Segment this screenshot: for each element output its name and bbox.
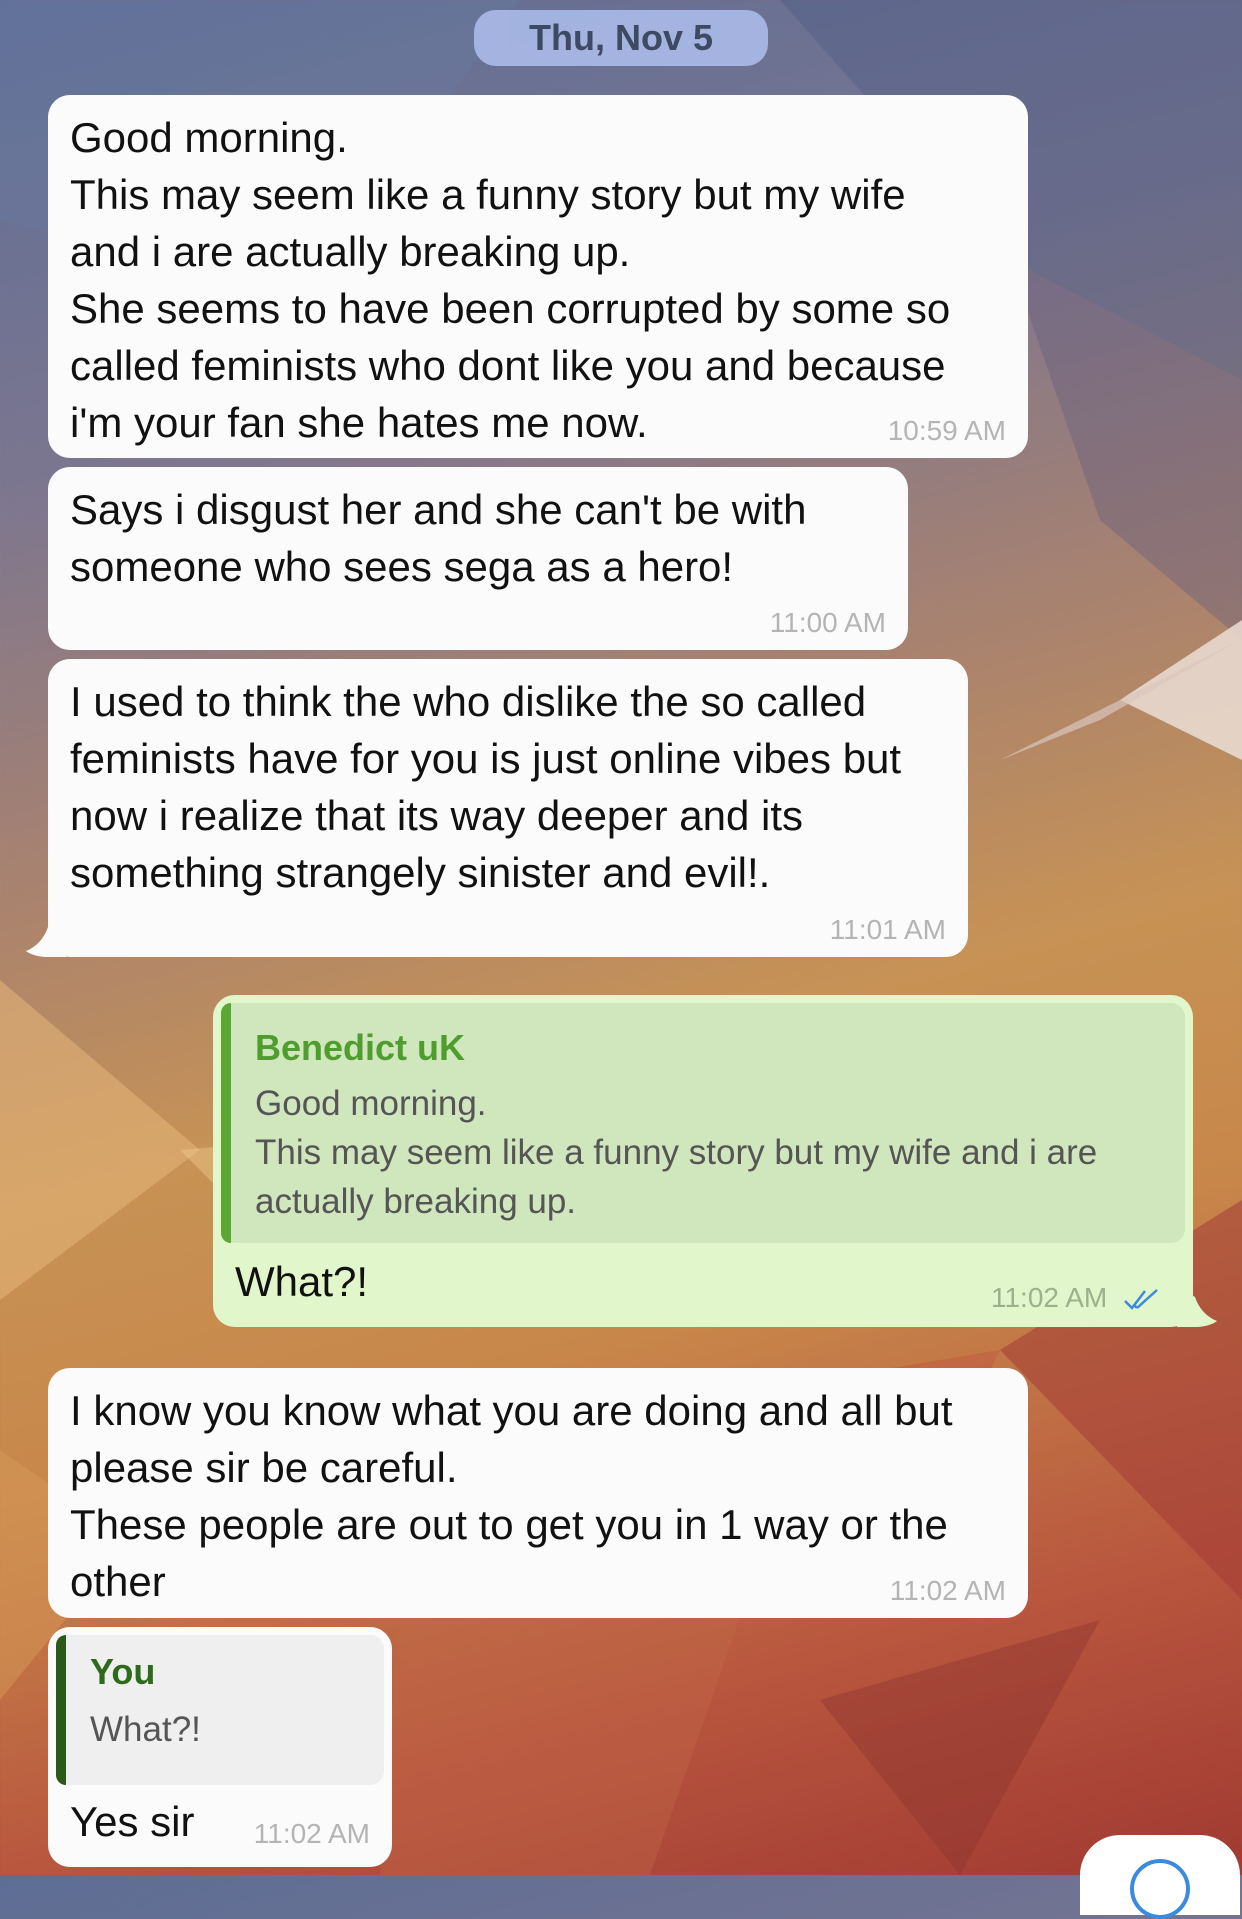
- reply-quote[interactable]: You What?!: [56, 1635, 384, 1785]
- message-text: Yes sir: [70, 1798, 195, 1845]
- incoming-message[interactable]: I used to think the who dislike the so c…: [26, 659, 968, 957]
- message-meta: 11:02 AM: [991, 1283, 1163, 1313]
- message-text: I used to think the who dislike the so c…: [70, 678, 902, 896]
- double-check-icon: [1124, 1288, 1158, 1310]
- bubble-tail: [26, 917, 66, 957]
- message-time: 11:01 AM: [829, 914, 946, 945]
- message-time: 11:00 AM: [769, 607, 886, 638]
- date-separator: Thu, Nov 5: [474, 10, 768, 66]
- reply-text: Good morning. This may seem like a funny…: [255, 1084, 1098, 1221]
- scroll-down-button[interactable]: [1080, 1835, 1240, 1919]
- message-time: 11:02 AM: [889, 1575, 1006, 1606]
- outgoing-message[interactable]: Benedict uK Good morning. This may seem …: [213, 995, 1217, 1327]
- scroll-down-icon: [1130, 1859, 1190, 1919]
- incoming-message[interactable]: You What?! Yes sir 11:02 AM: [48, 1627, 392, 1867]
- bubble-tail: [1177, 1287, 1217, 1327]
- message-text: Good morning. This may seem like a funny…: [70, 114, 951, 446]
- message-time: 11:02 AM: [253, 1818, 370, 1849]
- reply-author: Benedict uK: [255, 1027, 466, 1068]
- incoming-message[interactable]: Good morning. This may seem like a funny…: [48, 95, 1028, 458]
- message-text: Says i disgust her and she can't be with…: [70, 486, 807, 590]
- message-text: What?!: [235, 1258, 369, 1305]
- incoming-message[interactable]: Says i disgust her and she can't be with…: [48, 467, 908, 650]
- reply-quote[interactable]: Benedict uK Good morning. This may seem …: [221, 1003, 1185, 1243]
- reply-text: What?!: [90, 1710, 201, 1749]
- message-time: 10:59 AM: [887, 415, 1006, 446]
- reply-quote-accent: [56, 1635, 66, 1785]
- message-time: 11:02 AM: [990, 1282, 1108, 1313]
- incoming-message[interactable]: I know you know what you are doing and a…: [48, 1368, 1028, 1618]
- reply-quote-accent: [221, 1003, 231, 1243]
- message-text: I know you know what you are doing and a…: [70, 1387, 953, 1605]
- reply-author: You: [90, 1651, 156, 1692]
